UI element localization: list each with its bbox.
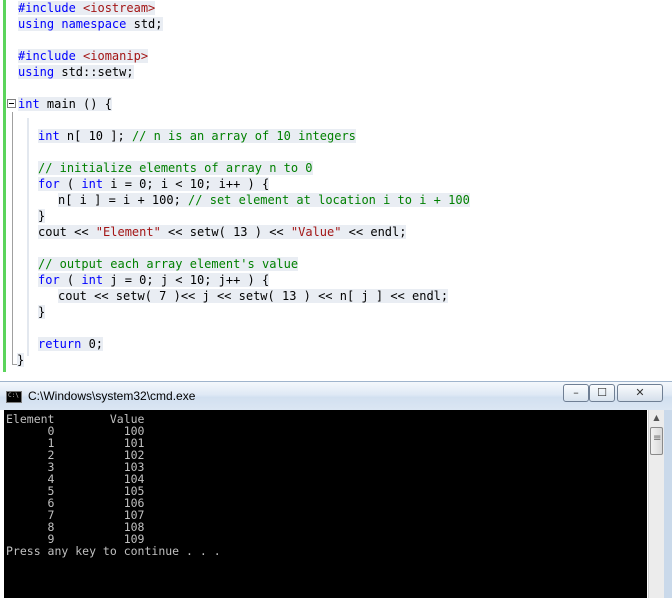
code-token: std::setw; — [61, 65, 134, 79]
code-line[interactable]: #include <iomanip> — [18, 49, 149, 64]
minimize-icon: – — [573, 386, 579, 399]
code-line-text: cout << "Element" << setw( 13 ) << "Valu… — [38, 225, 407, 239]
cmd-icon[interactable]: C:\ — [6, 391, 22, 403]
code-token: << setw( 13 ) << — [160, 225, 291, 239]
maximize-icon: ☐ — [597, 386, 607, 399]
code-token: ( — [59, 273, 82, 287]
code-token: <iostream> — [83, 1, 156, 15]
code-line[interactable]: #include <iostream> — [18, 1, 156, 16]
code-line-text: n[ i ] = i + 100; // set element at loca… — [58, 193, 470, 207]
close-icon: ✕ — [635, 386, 645, 399]
block-indent-guide — [27, 118, 29, 356]
console-titlebar[interactable]: C:\ C:\Windows\system32\cmd.exe – ☐ ✕ — [0, 381, 672, 410]
code-token: cout << — [38, 225, 96, 239]
console-line: Press any key to continue . . . — [6, 544, 221, 558]
code-token: main () { — [39, 97, 112, 111]
outline-line — [12, 112, 13, 364]
code-line-text: // initialize elements of array n to 0 — [38, 161, 313, 175]
code-line-text: return 0; — [38, 337, 104, 351]
code-token: #include — [18, 1, 84, 15]
code-token: return — [38, 337, 82, 351]
code-line-text: } — [38, 305, 46, 319]
code-line[interactable]: int main () { — [18, 97, 112, 112]
code-token: for — [38, 177, 60, 191]
code-line-text: for ( int j = 0; j < 10; j++ ) { — [38, 273, 270, 287]
code-token: #include — [18, 49, 84, 63]
code-token: "Element" — [95, 225, 161, 239]
code-line-text: #include <iomanip> — [18, 49, 149, 63]
code-line[interactable]: cout << setw( 7 )<< j << setw( 13 ) << n… — [58, 289, 449, 304]
code-token: << endl; — [341, 225, 407, 239]
console-window[interactable]: C:\ C:\Windows\system32\cmd.exe – ☐ ✕ El… — [0, 381, 672, 598]
close-button[interactable]: ✕ — [617, 384, 663, 402]
code-token: int — [81, 177, 104, 191]
code-line[interactable]: using std::setw; — [18, 65, 134, 80]
cmd-icon-label: C:\ — [8, 392, 19, 399]
code-token: j = 0; j < 10; j++ ) { — [103, 273, 270, 287]
code-token: using namespace — [18, 17, 134, 31]
code-token: ( — [59, 177, 82, 191]
code-line-text: int main () { — [18, 97, 112, 111]
code-line[interactable]: // output each array element's value — [38, 257, 299, 272]
code-token: int — [18, 97, 40, 111]
code-line[interactable]: } — [38, 305, 46, 320]
code-token: int — [38, 129, 60, 143]
code-line-text: // output each array element's value — [38, 257, 299, 271]
collapse-toggle-icon[interactable] — [7, 99, 16, 108]
scroll-thumb[interactable] — [650, 427, 663, 455]
scroll-up-icon[interactable]: ▲ — [649, 410, 664, 426]
code-token: n[ i ] = i + 100; — [58, 193, 189, 207]
code-token: i = 0; i < 10; i++ ) { — [103, 177, 270, 191]
code-token: // output each array element's value — [38, 257, 299, 271]
console-output[interactable]: Element Value 0 100 1 101 2 102 3 103 4 … — [4, 410, 647, 598]
code-line[interactable]: } — [38, 209, 46, 224]
window-frame-edge — [664, 410, 672, 598]
vertical-scrollbar[interactable]: ▲ — [648, 410, 664, 598]
code-token: // n is an array of 10 integers — [131, 129, 356, 143]
code-token: cout << setw( 7 )<< j << setw( 13 ) << n… — [58, 289, 449, 303]
code-token: std; — [133, 17, 163, 31]
code-line-text: } — [17, 353, 25, 367]
code-line-text: using std::setw; — [18, 65, 134, 79]
code-line[interactable]: for ( int i = 0; i < 10; i++ ) { — [38, 177, 270, 192]
code-line-text: cout << setw( 7 )<< j << setw( 13 ) << n… — [58, 289, 449, 303]
code-token: for — [38, 273, 60, 287]
code-line[interactable]: } — [17, 353, 25, 368]
code-line[interactable]: int n[ 10 ]; // n is an array of 10 inte… — [38, 129, 356, 144]
code-token: int — [81, 273, 104, 287]
code-token: } — [38, 209, 46, 223]
code-token: "Value" — [290, 225, 342, 239]
code-line-text: for ( int i = 0; i < 10; i++ ) { — [38, 177, 270, 191]
code-token: } — [38, 305, 46, 319]
code-line[interactable]: cout << "Element" << setw( 13 ) << "Valu… — [38, 225, 407, 240]
code-token: n[ 10 ]; — [59, 129, 132, 143]
code-line-text: using namespace std; — [18, 17, 163, 31]
code-token: } — [17, 353, 25, 367]
code-line[interactable]: for ( int j = 0; j < 10; j++ ) { — [38, 273, 270, 288]
console-title: C:\Windows\system32\cmd.exe — [28, 389, 196, 403]
code-line[interactable]: // initialize elements of array n to 0 — [38, 161, 313, 176]
code-token: // set element at location i to i + 100 — [188, 193, 470, 207]
minimize-button[interactable]: – — [563, 384, 589, 402]
code-token: <iomanip> — [83, 49, 149, 63]
maximize-button[interactable]: ☐ — [589, 384, 615, 402]
code-token: // initialize elements of array n to 0 — [38, 161, 313, 175]
code-line-text: } — [38, 209, 46, 223]
code-token: 0; — [81, 337, 104, 351]
code-token: using — [18, 65, 62, 79]
code-line-text: int n[ 10 ]; // n is an array of 10 inte… — [38, 129, 356, 143]
code-line[interactable]: using namespace std; — [18, 17, 163, 32]
code-editor[interactable]: #include <iostream> using namespace std; #… — [0, 0, 672, 380]
code-line[interactable]: return 0; — [38, 337, 104, 352]
change-indicator-bar — [3, 0, 6, 372]
code-line-text: #include <iostream> — [18, 1, 156, 15]
code-line[interactable]: n[ i ] = i + 100; // set element at loca… — [58, 193, 470, 208]
